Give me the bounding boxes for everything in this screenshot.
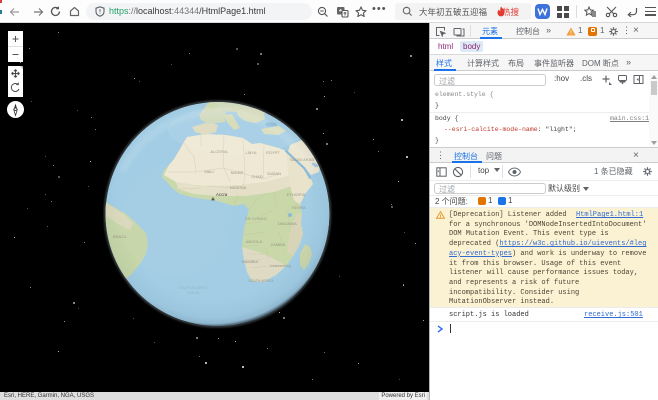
svg-text:!: ! [439, 213, 442, 219]
